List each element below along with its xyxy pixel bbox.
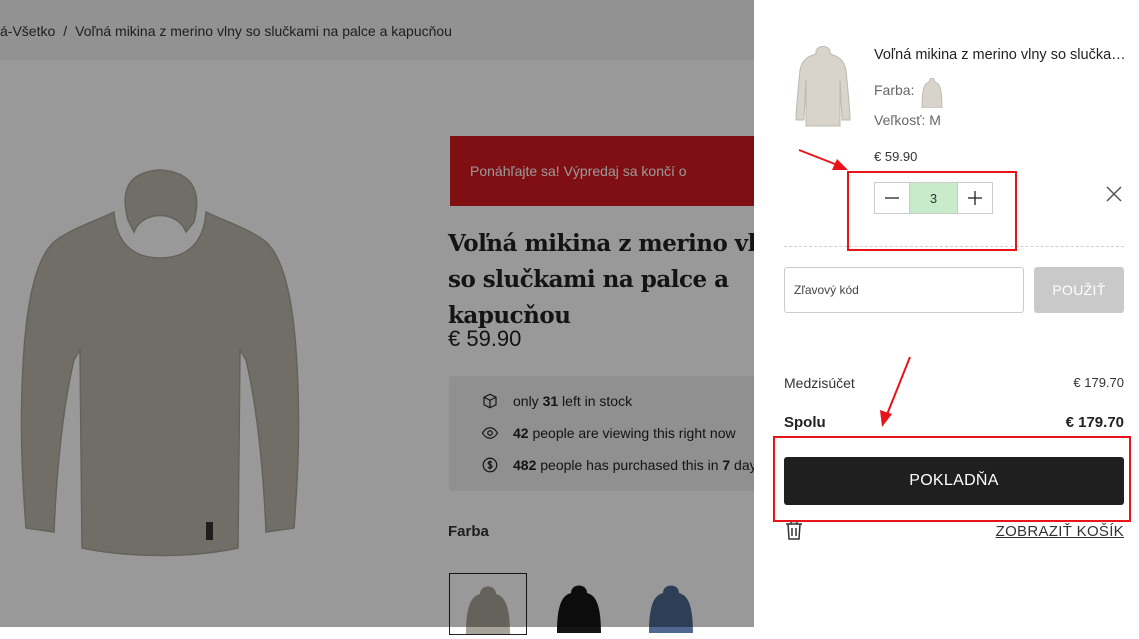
cart-item-color-swatch: [921, 77, 943, 108]
cart-drawer: Voľná mikina z merino vlny so slučkami n…: [754, 0, 1139, 627]
annotation-box-quantity: [847, 171, 1017, 251]
subtotal-label: Medzisúčet: [784, 375, 855, 391]
cart-item-size: Veľkosť: M: [874, 112, 941, 128]
view-cart-link[interactable]: ZOBRAZIŤ KOŠÍK: [996, 523, 1124, 540]
subtotal-value: € 179.70: [1073, 375, 1124, 390]
cart-item-price: € 59.90: [874, 149, 918, 164]
cart-item-image[interactable]: [792, 40, 854, 130]
discount-code-input[interactable]: [784, 267, 1024, 313]
total-value: € 179.70: [1065, 414, 1124, 431]
cart-item-name[interactable]: Voľná mikina z merino vlny so slučkami n…: [874, 47, 1129, 63]
total-label: Spolu: [784, 414, 826, 431]
modal-overlay[interactable]: [0, 0, 754, 627]
annotation-box-checkout: [773, 436, 1131, 522]
trash-icon[interactable]: [785, 520, 803, 540]
remove-item-close-icon[interactable]: [1104, 184, 1124, 204]
cart-item-color-label: Farba:: [874, 82, 915, 98]
apply-discount-button[interactable]: POUŽIŤ: [1034, 267, 1124, 313]
